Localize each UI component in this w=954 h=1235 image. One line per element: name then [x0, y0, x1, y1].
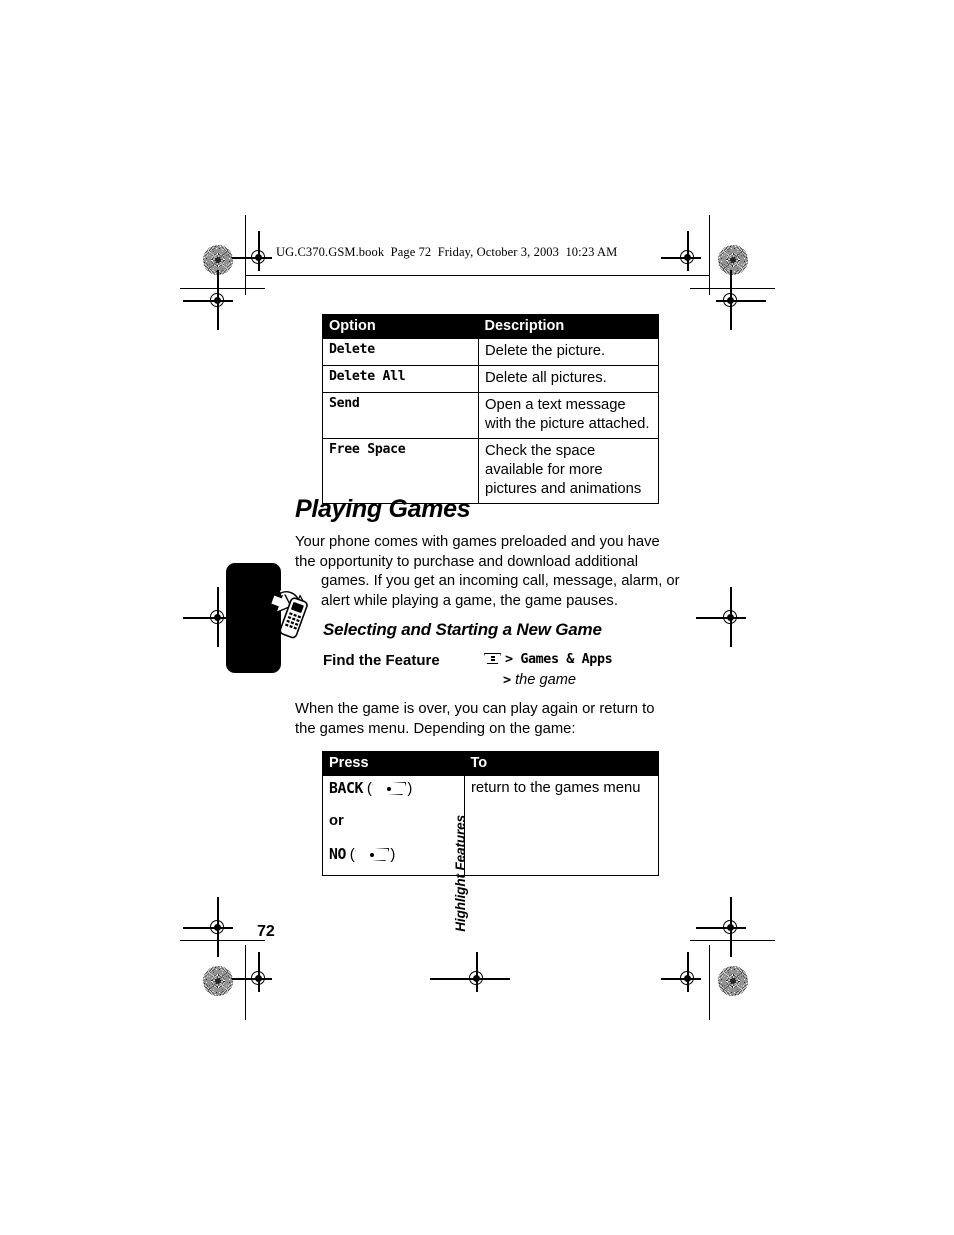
crop-rule-top-left-vertical	[245, 215, 247, 295]
registration-mark-upper-right-outer	[716, 270, 766, 330]
find-the-feature-label: Find the Feature	[323, 652, 440, 669]
registration-mark-top-right-inner	[661, 231, 701, 271]
subsection-title: Selecting and Starting a New Game	[323, 620, 602, 639]
press-key-separator: or	[322, 809, 465, 842]
registration-mark-lower-left-outer	[183, 897, 233, 957]
press-key-label: NO	[329, 846, 347, 863]
column-header-press: Press	[322, 751, 465, 776]
halftone-target-top-right	[718, 245, 748, 275]
option-name: Delete	[322, 338, 479, 366]
option-description: Check the space available for more pictu…	[478, 437, 659, 504]
table-row: Send Open a text message with the pictur…	[322, 391, 659, 439]
phone-refresh-icon	[269, 589, 308, 639]
press-to-table: Press To BACK () return to the games men…	[322, 751, 659, 876]
registration-mark-bottom-left-inner	[232, 952, 272, 992]
halftone-target-bottom-right	[718, 966, 748, 996]
option-name: Free Space	[322, 437, 479, 504]
intro-line: alert while playing a game, the game pau…	[321, 592, 618, 609]
column-header-option: Option	[322, 314, 479, 339]
column-header-to: To	[464, 751, 659, 776]
crop-rule-bottom-left-vertical	[245, 945, 247, 1020]
option-description: Delete all pictures.	[478, 364, 659, 393]
option-description: Open a text message with the picture att…	[478, 391, 659, 439]
menu-key-icon	[483, 652, 502, 665]
press-key-label: BACK	[329, 780, 364, 797]
crop-rule-top-right-vertical	[709, 215, 711, 295]
intro-line: games. If you get an incoming call, mess…	[321, 573, 680, 590]
table-row: Free Space Check the space available for…	[322, 437, 659, 504]
page-title: Playing Games	[295, 495, 471, 523]
resume-paragraph: When the game is over, you can play agai…	[295, 701, 655, 737]
registration-mark-upper-left-outer	[183, 270, 233, 330]
page-number: 72	[257, 923, 275, 940]
crop-rule-upper-left-horizontal	[180, 288, 265, 290]
crop-rule-upper-right-horizontal	[690, 288, 775, 290]
table-row: Delete Delete the picture.	[322, 338, 659, 366]
table-row: BACK () return to the games menu	[322, 775, 659, 876]
registration-mark-middle-right	[696, 587, 746, 647]
path-arrow: >	[503, 673, 512, 688]
registration-mark-top-left-inner	[232, 231, 272, 271]
subpath-text: the game	[515, 672, 576, 688]
picture-options-table: Option Description Delete Delete the pic…	[322, 314, 659, 504]
registration-mark-bottom-right-inner	[661, 952, 701, 992]
file-header-stamp: UG.C370.GSM.book Page 72 Friday, October…	[276, 245, 618, 259]
press-key-no: NO ()	[322, 842, 465, 876]
soft-key-icon	[355, 847, 390, 862]
table-header-row: Option Description	[322, 314, 659, 339]
crop-rule-lower-left-horizontal	[180, 940, 265, 942]
table-row: Delete All Delete all pictures.	[322, 364, 659, 393]
crop-rule-bottom-right-vertical	[709, 945, 711, 1020]
column-header-description: Description	[478, 314, 659, 339]
option-name: Send	[322, 391, 479, 439]
registration-mark-lower-right-outer	[696, 897, 746, 957]
crop-rule-lower-right-horizontal	[690, 940, 775, 942]
halftone-target-bottom-left	[203, 966, 233, 996]
intro-paragraph: Your phone comes with games preloaded an…	[295, 533, 685, 611]
intro-line: the opportunity to purchase and download…	[295, 553, 639, 570]
soft-key-icon	[372, 781, 407, 796]
option-name: Delete All	[322, 364, 479, 393]
press-action-description: return to the games menu	[464, 775, 659, 876]
find-the-feature-path: > Games & Apps	[483, 652, 613, 667]
halftone-target-top-left	[203, 245, 233, 275]
menu-path-text: > Games & Apps	[505, 652, 613, 667]
find-the-feature-subpath: > the game	[503, 672, 576, 688]
press-key-back: BACK ()	[322, 775, 465, 809]
table-header-row: Press To	[322, 751, 659, 776]
header-underline	[245, 275, 710, 277]
intro-line: Your phone comes with games preloaded an…	[295, 534, 660, 550]
option-description: Delete the picture.	[478, 338, 659, 366]
